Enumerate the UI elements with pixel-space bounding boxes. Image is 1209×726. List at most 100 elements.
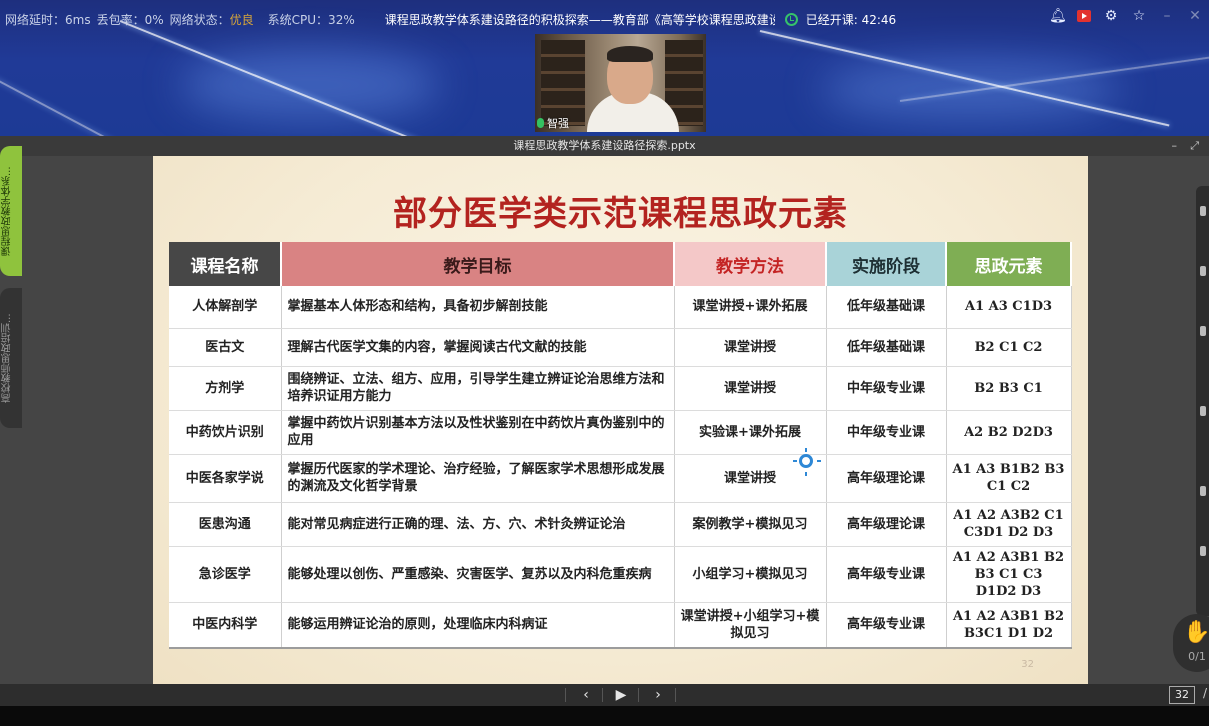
- banner-streak: [0, 70, 211, 136]
- left-tabs: 课程思政教学体系... 高校教师思政培训...: [0, 136, 24, 436]
- course-name: 方剂学: [169, 366, 282, 411]
- course-name: 急诊医学: [169, 546, 282, 603]
- header-teaching-method: 教学方法: [674, 242, 827, 286]
- clock-icon: [784, 12, 798, 26]
- course-elements: A1 A2 A3B2 C1 C3D1 D2 D3: [946, 502, 1072, 547]
- course-elements: A2 B2 D2D3: [946, 410, 1072, 455]
- course-table: 课程名称 教学目标 教学方法 实施阶段 思政元素 人体解剖学 掌握基本人体形态和…: [169, 242, 1072, 649]
- table-header-row: 课程名称 教学目标 教学方法 实施阶段 思政元素: [169, 242, 1072, 286]
- course-stage: 高年级专业课: [826, 546, 947, 603]
- course-goal: 围绕辨证、立法、组方、应用，引导学生建立辨证论治思维方法和培养识证用方能力: [281, 366, 675, 411]
- next-slide-button[interactable]: ›: [643, 684, 673, 706]
- packet-loss-stat: 丢包率：0%: [96, 12, 164, 27]
- course-stage: 高年级专业课: [826, 602, 947, 649]
- course-method: 课堂讲授+小组学习+模拟见习: [674, 602, 827, 649]
- course-elements: A1 A2 A3B1 B2 B3 C1 C3 D1D2 D3: [946, 546, 1072, 603]
- table-row: 医古文 理解古代医学文集的内容，掌握阅读古代文献的技能 课堂讲授 低年级基础课 …: [169, 328, 1072, 367]
- course-name: 人体解剖学: [169, 286, 282, 329]
- toolbar-handle-icon[interactable]: [1200, 206, 1206, 216]
- course-name: 中医内科学: [169, 602, 282, 649]
- course-elements: A1 A3 C1D3: [946, 286, 1072, 329]
- course-method: 案例教学+模拟见习: [674, 502, 827, 547]
- divider: [638, 688, 639, 702]
- course-method: 课堂讲授: [674, 366, 827, 411]
- course-elements: A1 A3 B1B2 B3 C1 C2: [946, 454, 1072, 503]
- elapsed-time: 已经开课: 42:46: [805, 12, 897, 27]
- course-stage: 高年级理论课: [826, 454, 947, 503]
- page-number-input[interactable]: 32: [1169, 686, 1195, 704]
- header-stage: 实施阶段: [826, 242, 947, 286]
- bell-icon[interactable]: 🔔︎: [1049, 8, 1067, 24]
- table-row: 方剂学 围绕辨证、立法、组方、应用，引导学生建立辨证论治思维方法和培养识证用方能…: [169, 366, 1072, 411]
- raise-hand-count: 0/1: [1188, 650, 1206, 663]
- laser-pointer-icon: [793, 448, 813, 468]
- course-name: 医古文: [169, 328, 282, 367]
- bottom-strip: [0, 706, 1209, 726]
- toolbar-handle-icon[interactable]: [1200, 486, 1206, 496]
- prev-slide-button[interactable]: ‹: [571, 684, 601, 706]
- table-row: 中医各家学说 掌握历代医家的学术理论、治疗经验，了解医家学术思想形成发展的渊流及…: [169, 454, 1072, 503]
- toolbar-handle-icon[interactable]: [1200, 326, 1206, 336]
- gear-icon[interactable]: ⚙: [1103, 8, 1119, 24]
- slide-title: 部分医学类示范课程思政元素: [393, 194, 848, 234]
- course-stage: 高年级理论课: [826, 502, 947, 547]
- course-method: 实验课+课外拓展: [674, 410, 827, 455]
- header-elements: 思政元素: [946, 242, 1072, 286]
- hand-icon: ✋: [1183, 620, 1209, 645]
- network-label: 网络状态：: [169, 12, 230, 27]
- course-name: 中医各家学说: [169, 454, 282, 503]
- course-goal: 能对常见病症进行正确的理、法、方、穴、术针灸辨证论治: [281, 502, 675, 547]
- ppt-viewer: 课程思政教学体系建设路径探索.pptx – ⤢ 课程思政教学体系... 高校教师…: [0, 136, 1209, 706]
- slide: 部分医学类示范课程思政元素 课程名称 教学目标 教学方法 实施阶段 思政元素 人…: [153, 156, 1088, 684]
- course-elements: B2 C1 C2: [946, 328, 1072, 367]
- course-method: 课堂讲授: [674, 328, 827, 367]
- presenter-hair: [607, 46, 653, 62]
- table-row: 中医内科学 能够运用辨证论治的原则，处理临床内科病证 课堂讲授+小组学习+模拟见…: [169, 602, 1072, 649]
- divider: [565, 688, 566, 702]
- slide-nav-bar: ‹ ▶ › 32 /: [0, 684, 1209, 706]
- toolbar-handle-icon[interactable]: [1200, 546, 1206, 556]
- network-status: 优良: [229, 12, 254, 27]
- mic-icon: [537, 118, 544, 128]
- status-bar: 网络延时：6ms 丢包率：0% 网络状态： 优良 系统CPU：32% 课程思政教…: [0, 8, 1209, 30]
- divider: [602, 688, 603, 702]
- page-separator: /: [1202, 686, 1207, 700]
- course-stage: 中年级专业课: [826, 366, 947, 411]
- course-goal: 掌握中药饮片识别基本方法以及性状鉴别在中药饮片真伪鉴别中的应用: [281, 410, 675, 455]
- expand-icon[interactable]: ⤢: [1190, 136, 1199, 156]
- course-elements: B2 B3 C1: [946, 366, 1072, 411]
- toolbar-handle-icon[interactable]: [1200, 406, 1206, 416]
- course-stage: 低年级基础课: [826, 286, 947, 329]
- header-teaching-goal: 教学目标: [281, 242, 675, 286]
- right-toolbar: [1196, 186, 1209, 616]
- close-icon[interactable]: ✕: [1187, 8, 1203, 24]
- table-row: 急诊医学 能够处理以创伤、严重感染、灾害医学、复苏以及内科危重疾病 小组学习+模…: [169, 546, 1072, 603]
- course-elements: A1 A2 A3B1 B2 B3C1 D1 D2: [946, 602, 1072, 649]
- window-controls: 🔔︎ ⚙ ☆ – ✕: [1049, 8, 1203, 24]
- slide-number: 32: [1021, 659, 1034, 670]
- play-button[interactable]: ▶: [606, 684, 636, 706]
- live-banner: 网络延时：6ms 丢包率：0% 网络状态： 优良 系统CPU：32% 课程思政教…: [0, 0, 1209, 136]
- tab-course-ppt[interactable]: 课程思政教学体系...: [0, 146, 22, 276]
- divider: [675, 688, 676, 702]
- minimize-icon[interactable]: –: [1159, 8, 1175, 24]
- course-goal: 能够处理以创伤、严重感染、灾害医学、复苏以及内科危重疾病: [281, 546, 675, 603]
- session-title: 课程思政教学体系建设路径的积极探索——教育部《高等学校课程思政建设: [384, 12, 775, 27]
- course-name: 医患沟通: [169, 502, 282, 547]
- course-goal: 掌握历代医家的学术理论、治疗经验，了解医家学术思想形成发展的渊流及文化哲学背景: [281, 454, 675, 503]
- presenter-video[interactable]: 智强: [535, 34, 706, 132]
- file-name: 课程思政教学体系建设路径探索.pptx: [513, 139, 696, 152]
- record-icon[interactable]: [1077, 10, 1091, 22]
- pin-icon[interactable]: ☆: [1131, 8, 1147, 24]
- course-goal: 掌握基本人体形态和结构，具备初步解剖技能: [281, 286, 675, 329]
- toolbar-handle-icon[interactable]: [1200, 266, 1206, 276]
- raise-hand-button[interactable]: ✋ 0/1: [1173, 614, 1209, 672]
- course-method: 课堂讲授+课外拓展: [674, 286, 827, 329]
- header-course-name: 课程名称: [169, 242, 282, 286]
- presenter-name: 智强: [547, 117, 569, 130]
- tab-teacher-training[interactable]: 高校教师思政培训...: [0, 288, 22, 428]
- course-method: 小组学习+模拟见习: [674, 546, 827, 603]
- table-row: 中药饮片识别 掌握中药饮片识别基本方法以及性状鉴别在中药饮片真伪鉴别中的应用 实…: [169, 410, 1072, 455]
- file-bar: 课程思政教学体系建设路径探索.pptx – ⤢: [0, 136, 1209, 156]
- minimize-icon[interactable]: –: [1172, 136, 1178, 156]
